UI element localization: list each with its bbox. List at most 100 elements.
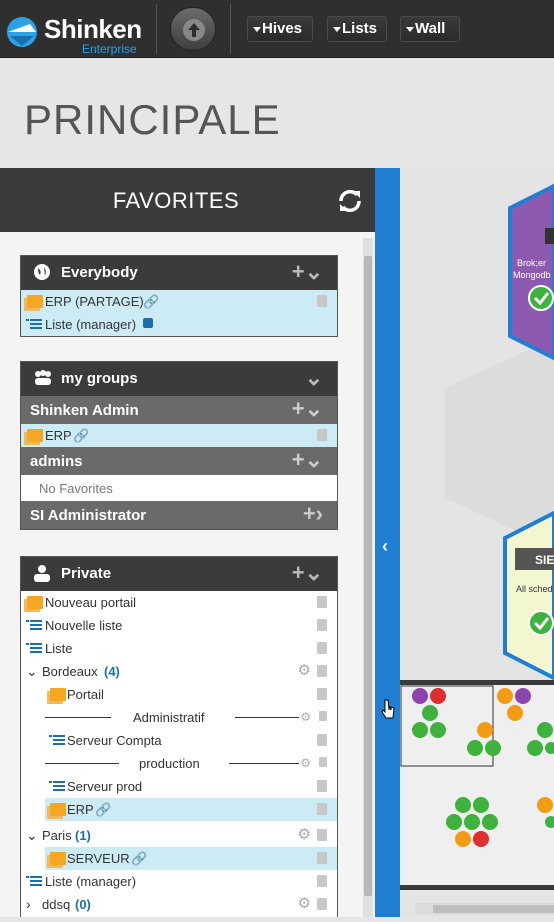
item-label: SERVEUR — [67, 851, 130, 866]
item-label: Serveur prod — [67, 779, 143, 794]
item-label: Liste (manager) — [45, 317, 137, 332]
trash-icon[interactable] — [317, 734, 327, 746]
trash-icon[interactable] — [317, 688, 327, 700]
add-collapse-controls[interactable]: +⌄ — [292, 449, 323, 471]
page-title: PRINCIPALE — [24, 96, 281, 143]
trash-icon[interactable] — [319, 711, 327, 721]
trash-icon[interactable] — [317, 852, 327, 864]
list-icon — [26, 876, 42, 886]
trash-icon[interactable] — [317, 429, 327, 441]
hive-node2-label: SIE — [535, 553, 554, 567]
add-collapse-controls[interactable]: +⌄ — [292, 261, 323, 283]
list-item[interactable]: ERP 🔗 — [21, 424, 337, 447]
trash-icon[interactable] — [317, 665, 327, 677]
gear-icon[interactable]: ⚙ — [298, 896, 311, 911]
divider — [230, 4, 231, 54]
folder-ddsq[interactable]: › ddsq (0) ⚙ — [21, 893, 337, 916]
separator-label: Administratif — [133, 710, 205, 725]
list-item[interactable]: Nouveau portail — [21, 591, 337, 614]
nav-lists-button[interactable]: Lists — [327, 16, 387, 42]
group-header[interactable]: Everybody +⌄ — [21, 256, 337, 290]
hive-icon — [27, 295, 43, 308]
divider — [45, 763, 119, 764]
folder-paris[interactable]: ⌄ Paris (1) ⚙ — [21, 824, 337, 847]
chevron-down-icon: ⌄ — [26, 827, 38, 843]
subgroup-admins[interactable]: admins +⌄ — [21, 447, 337, 475]
divider — [235, 717, 299, 718]
folder-label: Paris — [42, 828, 72, 843]
trash-icon[interactable] — [319, 757, 327, 767]
trash-icon[interactable] — [317, 780, 327, 792]
folder-label: Bordeaux — [42, 664, 98, 679]
chevron-left-icon: ‹ — [382, 536, 388, 556]
divider — [45, 717, 111, 718]
lock-icon — [143, 318, 153, 328]
users-icon — [35, 370, 51, 385]
trash-icon[interactable] — [317, 596, 327, 608]
list-item[interactable]: Serveur Compta — [21, 729, 337, 752]
collapse-panel-bar[interactable]: ‹ — [375, 168, 400, 917]
gear-icon[interactable]: ⚙ — [300, 756, 311, 770]
item-label: Nouveau portail — [45, 595, 137, 610]
up-button[interactable] — [170, 7, 216, 51]
link-icon: 🔗 — [131, 851, 148, 866]
trash-icon[interactable] — [317, 829, 327, 841]
subgroup-label: admins — [30, 453, 83, 470]
list-item[interactable]: Liste (manager) — [21, 870, 337, 893]
trash-icon[interactable] — [317, 295, 327, 307]
subgroup-si-administrator[interactable]: SI Administrator +› — [21, 501, 337, 529]
item-label: Serveur Compta — [67, 733, 162, 748]
app-edition: Enterprise — [82, 42, 137, 56]
nav-wall-button[interactable]: Wall — [400, 16, 460, 42]
trash-icon[interactable] — [317, 875, 327, 887]
list-item[interactable]: ERP (PARTAGE) 🔗 — [21, 290, 337, 313]
list-item[interactable]: Portail — [21, 683, 337, 706]
favorites-panel: FAVORITES Everybody +⌄ ERP (PARTAGE) 🔗 L… — [0, 168, 375, 917]
group-everybody: Everybody +⌄ ERP (PARTAGE) 🔗 Liste (mana… — [20, 255, 338, 337]
trash-icon[interactable] — [317, 619, 327, 631]
gear-icon[interactable]: ⚙ — [300, 710, 311, 724]
item-label: Portail — [67, 687, 104, 702]
item-label: ERP — [45, 428, 72, 443]
group-header[interactable]: Private +⌄ — [21, 557, 337, 591]
user-icon — [34, 565, 50, 582]
list-item[interactable]: Serveur prod — [21, 775, 337, 798]
group-label: Everybody — [61, 264, 138, 281]
list-item[interactable]: ERP 🔗 — [45, 798, 337, 821]
add-expand-controls[interactable]: +› — [303, 503, 323, 525]
trash-icon[interactable] — [317, 642, 327, 654]
hive-icon — [50, 688, 66, 701]
scrollbar-thumb[interactable] — [364, 256, 372, 896]
subgroup-shinken-admin[interactable]: Shinken Admin +⌄ — [21, 396, 337, 424]
add-collapse-controls[interactable]: +⌄ — [292, 398, 323, 420]
app-logo[interactable]: Shinken Enterprise — [2, 8, 152, 56]
hive-icon — [27, 429, 43, 442]
subgroup-label: Shinken Admin — [30, 402, 139, 419]
gear-icon[interactable]: ⚙ — [298, 827, 311, 842]
hive-icon — [50, 852, 66, 865]
trash-icon[interactable] — [317, 898, 327, 910]
group-header[interactable]: my groups ⌄ — [21, 362, 337, 396]
list-item[interactable]: SERVEUR 🔗 — [45, 847, 337, 870]
gear-icon[interactable]: ⚙ — [298, 663, 311, 678]
list-icon — [49, 781, 65, 791]
refresh-icon[interactable] — [337, 188, 363, 214]
list-icon — [26, 620, 42, 630]
collapse-icon[interactable]: ⌄ — [305, 367, 323, 389]
group-label: my groups — [61, 370, 138, 387]
trash-icon[interactable] — [317, 803, 327, 815]
folder-bordeaux[interactable]: ⌄ Bordeaux (4) ⚙ — [21, 660, 337, 683]
group-my-groups: my groups ⌄ Shinken Admin +⌄ ERP 🔗 admin… — [20, 361, 338, 530]
group-label: Private — [61, 565, 112, 582]
list-item[interactable]: Liste — [21, 637, 337, 660]
hive-node1-line2: Mongodb — [513, 270, 551, 280]
divider — [229, 763, 299, 764]
list-item[interactable]: Liste (manager) — [21, 313, 337, 336]
scrollbar[interactable] — [363, 238, 373, 917]
separator-row: Administratif ⚙ — [21, 706, 337, 729]
link-icon: 🔗 — [73, 428, 90, 443]
add-collapse-controls[interactable]: +⌄ — [292, 562, 323, 584]
nav-hives-button[interactable]: Hives — [247, 16, 313, 42]
list-item[interactable]: Nouvelle liste — [21, 614, 337, 637]
separator-row: production ⚙ — [21, 752, 337, 775]
